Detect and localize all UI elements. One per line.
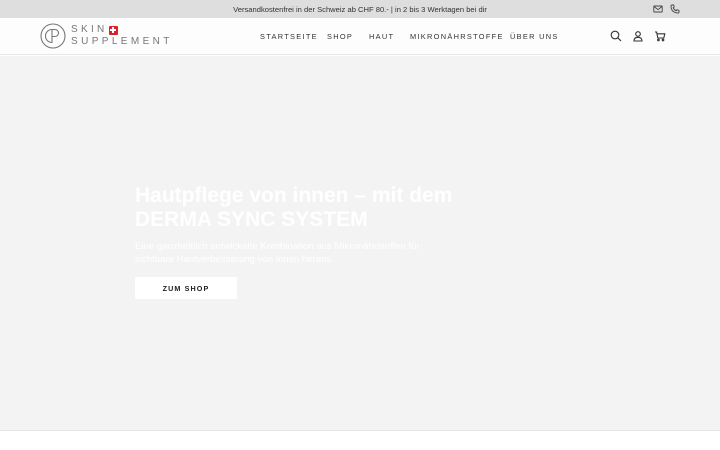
logo-wordmark: SKIN SUPPLEMENT [71, 25, 173, 47]
nav-item-shop[interactable]: SHOP [327, 32, 353, 41]
nav-item-haut[interactable]: HAUT [369, 32, 394, 41]
hero-content: Hautpflege von innen – mit dem DERMA SYN… [135, 184, 465, 299]
nav-item-startseite[interactable]: STARTSEITE [260, 32, 318, 41]
site-header: SKIN SUPPLEMENT STARTSEITE SHOP HAUT MIK… [0, 18, 720, 55]
next-section-edge [0, 430, 720, 450]
site-logo[interactable]: SKIN SUPPLEMENT [40, 23, 173, 49]
phone-icon[interactable] [670, 4, 680, 14]
cart-icon[interactable] [654, 30, 666, 42]
account-icon[interactable] [632, 30, 644, 42]
announcement-bar: Versandkostenfrei in der Schweiz ab CHF … [0, 0, 720, 18]
logo-line-2: SUPPLEMENT [71, 36, 173, 47]
nav-item-mikronaehrstoffe[interactable]: MIKRONÄHRSTOFFE [410, 32, 504, 41]
logo-mark-icon [40, 23, 66, 49]
shop-now-button[interactable]: ZUM SHOP [135, 277, 237, 299]
header-actions [610, 30, 666, 42]
announcement-text: Versandkostenfrei in der Schweiz ab CHF … [233, 4, 487, 14]
hero-title: Hautpflege von innen – mit dem DERMA SYN… [135, 184, 453, 231]
logo-line-1: SKIN [71, 24, 108, 35]
hero-section: Hautpflege von innen – mit dem DERMA SYN… [0, 56, 720, 430]
hero-subtitle: Eine ganzheitlich entwickelte Kombinatio… [135, 241, 420, 265]
mail-icon[interactable] [653, 4, 663, 14]
contact-links [653, 4, 680, 14]
swiss-cross-icon [108, 25, 118, 35]
search-icon[interactable] [610, 30, 622, 42]
nav-item-ueber-uns[interactable]: ÜBER UNS [510, 32, 559, 41]
